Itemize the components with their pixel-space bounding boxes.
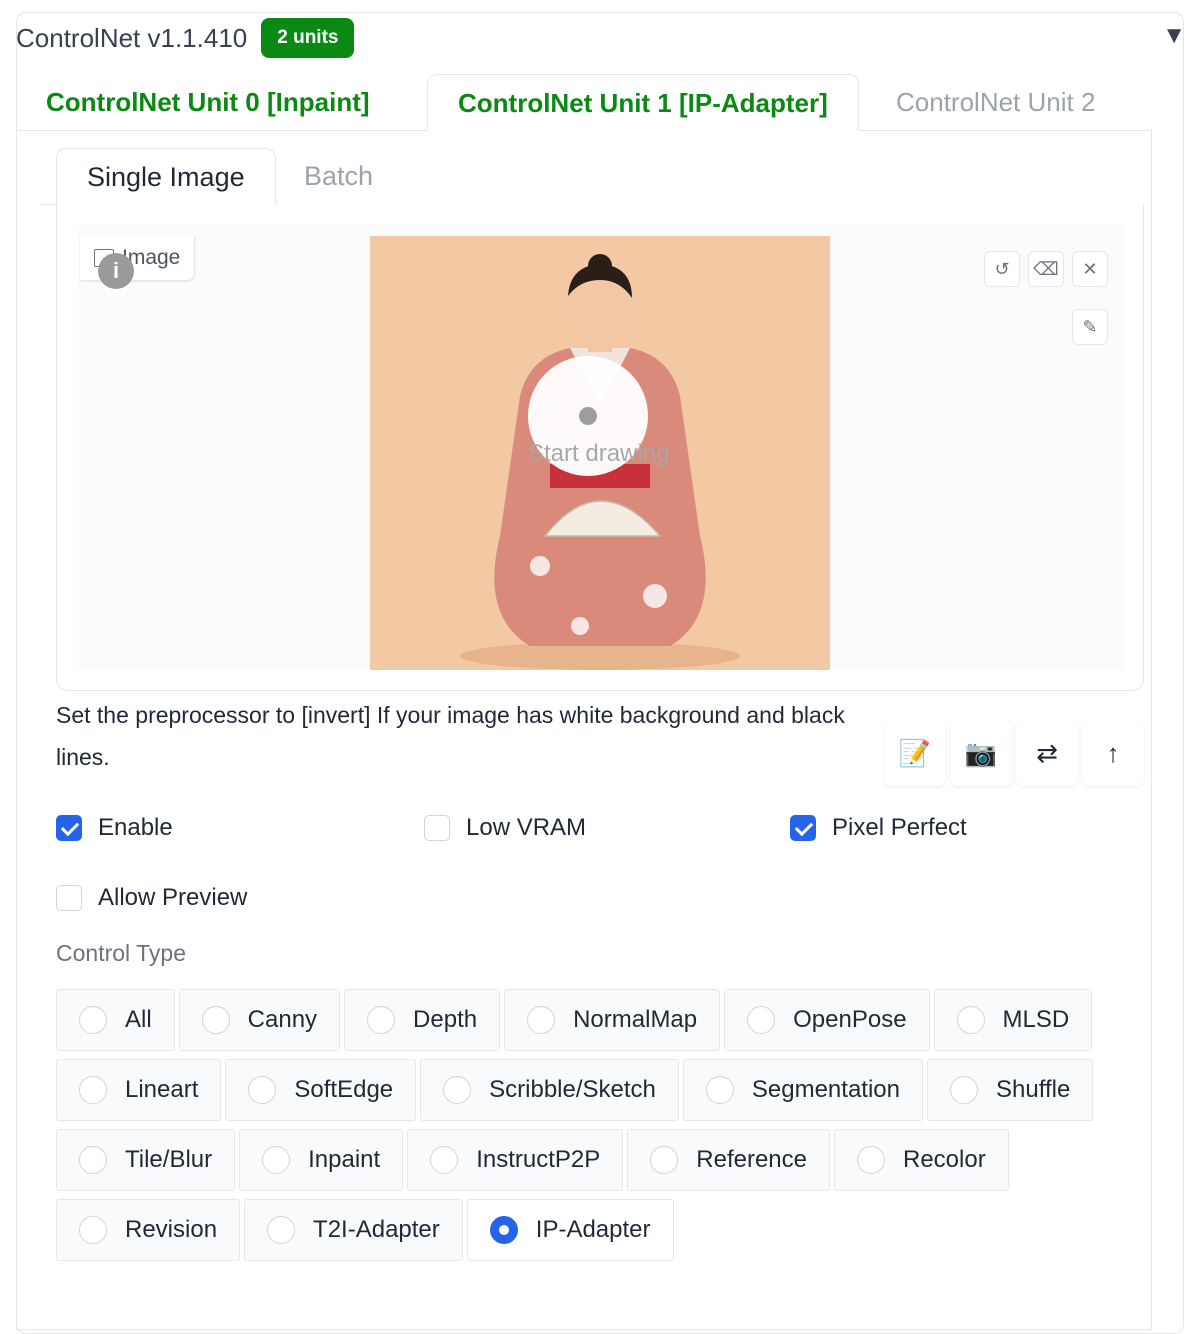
radio-label: Depth bbox=[413, 1006, 478, 1033]
low-vram-checkbox[interactable]: Low VRAM bbox=[424, 814, 586, 842]
allow-preview-checkbox[interactable]: Allow Preview bbox=[56, 884, 247, 912]
radio-openpose[interactable]: OpenPose bbox=[724, 989, 930, 1051]
control-type-row: Tile/Blur Inpaint InstructP2P Reference … bbox=[56, 1129, 1009, 1191]
radio-instructp2p[interactable]: InstructP2P bbox=[407, 1129, 624, 1191]
undo-icon[interactable]: ↺ bbox=[984, 251, 1020, 287]
radio-label: All bbox=[125, 1006, 152, 1033]
radio-t2i-adapter[interactable]: T2I-Adapter bbox=[244, 1199, 463, 1261]
radio-circle[interactable] bbox=[79, 1146, 107, 1174]
radio-label: InstructP2P bbox=[476, 1146, 601, 1173]
camera-icon[interactable]: 📷 bbox=[950, 720, 1012, 786]
radio-segmentation[interactable]: Segmentation bbox=[682, 1059, 923, 1121]
units-badge: 2 units bbox=[261, 18, 355, 58]
low-vram-checkbox-box[interactable] bbox=[424, 815, 450, 841]
radio-label: T2I-Adapter bbox=[313, 1216, 440, 1243]
radio-label: Inpaint bbox=[308, 1146, 381, 1173]
radio-ip-adapter[interactable]: IP-Adapter bbox=[466, 1199, 674, 1261]
preprocessor-hint: Set the preprocessor to [invert] If your… bbox=[56, 702, 845, 770]
radio-circle[interactable] bbox=[527, 1006, 556, 1034]
start-drawing-text: Start drawing bbox=[528, 440, 670, 467]
radio-circle[interactable] bbox=[367, 1006, 396, 1034]
radio-circle[interactable] bbox=[79, 1216, 107, 1244]
radio-canny[interactable]: Canny bbox=[178, 989, 341, 1051]
control-type-row: Lineart SoftEdge Scribble/Sketch Segment… bbox=[56, 1059, 1094, 1121]
radio-label: NormalMap bbox=[573, 1006, 698, 1033]
radio-label: Tile/Blur bbox=[125, 1146, 213, 1173]
radio-circle[interactable] bbox=[489, 1216, 518, 1244]
low-vram-label: Low VRAM bbox=[466, 814, 587, 841]
radio-mlsd[interactable]: MLSD bbox=[933, 989, 1093, 1051]
radio-inpaint[interactable]: Inpaint bbox=[239, 1129, 404, 1191]
radio-label: OpenPose bbox=[793, 1006, 907, 1033]
radio-label: IP-Adapter bbox=[535, 1216, 651, 1243]
radio-circle[interactable] bbox=[705, 1076, 734, 1104]
tab-single-image[interactable]: Single Image bbox=[56, 148, 276, 205]
edit-icon[interactable]: 📝 bbox=[884, 720, 946, 786]
radio-circle[interactable] bbox=[79, 1076, 107, 1104]
enable-checkbox[interactable]: Enable bbox=[56, 814, 173, 842]
allow-preview-checkbox-box[interactable] bbox=[56, 885, 82, 911]
radio-label: Reference bbox=[696, 1146, 807, 1173]
control-type-row: Revision T2I-Adapter IP-Adapter bbox=[56, 1199, 674, 1261]
radio-label: Canny bbox=[247, 1006, 318, 1033]
radio-circle[interactable] bbox=[956, 1006, 985, 1034]
radio-circle[interactable] bbox=[650, 1146, 679, 1174]
enable-label: Enable bbox=[98, 814, 173, 841]
allow-preview-label: Allow Preview bbox=[98, 884, 248, 911]
pixel-perfect-checkbox-box[interactable] bbox=[790, 815, 816, 841]
radio-shuffle[interactable]: Shuffle bbox=[927, 1059, 1094, 1121]
radio-label: Revision bbox=[125, 1216, 218, 1243]
brush-dot-icon bbox=[579, 407, 597, 425]
brush-icon[interactable]: ✎ bbox=[1072, 309, 1108, 345]
enable-checkbox-box[interactable] bbox=[56, 815, 82, 841]
radio-label: Lineart bbox=[125, 1076, 199, 1103]
radio-label: Recolor bbox=[903, 1146, 986, 1173]
radio-normalmap[interactable]: NormalMap bbox=[504, 989, 721, 1051]
radio-circle[interactable] bbox=[443, 1076, 472, 1104]
radio-circle[interactable] bbox=[430, 1146, 459, 1174]
radio-circle[interactable] bbox=[950, 1076, 978, 1104]
radio-tile-blur[interactable]: Tile/Blur bbox=[56, 1129, 236, 1191]
radio-lineart[interactable]: Lineart bbox=[56, 1059, 222, 1121]
radio-circle[interactable] bbox=[857, 1146, 885, 1174]
eraser-icon[interactable]: ⌫ bbox=[1028, 251, 1064, 287]
radio-circle[interactable] bbox=[79, 1006, 107, 1034]
control-type-label: Control Type bbox=[56, 940, 186, 966]
radio-label: Segmentation bbox=[751, 1076, 900, 1103]
unit-tabs: ControlNet Unit 0 [Inpaint] ControlNet U… bbox=[16, 74, 1150, 131]
tab-batch[interactable]: Batch bbox=[274, 148, 403, 204]
controlnet-header[interactable]: ControlNet v1.1.410 2 units bbox=[16, 18, 355, 58]
tab-unit-2[interactable]: ControlNet Unit 2 bbox=[866, 74, 1125, 130]
tab-unit-1[interactable]: ControlNet Unit 1 [IP-Adapter] bbox=[427, 74, 859, 131]
pixel-perfect-checkbox[interactable]: Pixel Perfect bbox=[790, 814, 967, 842]
radio-circle[interactable] bbox=[201, 1006, 230, 1034]
radio-label: Scribble/Sketch bbox=[489, 1076, 656, 1103]
close-icon[interactable]: ✕ bbox=[1072, 251, 1108, 287]
swap-icon[interactable]: ⇄ bbox=[1016, 720, 1078, 786]
tab-unit-0[interactable]: ControlNet Unit 0 [Inpaint] bbox=[16, 74, 400, 130]
radio-circle[interactable] bbox=[262, 1146, 291, 1174]
control-type-row: All Canny Depth NormalMap OpenPose MLSD bbox=[56, 989, 1093, 1051]
radio-circle[interactable] bbox=[248, 1076, 277, 1104]
radio-depth[interactable]: Depth bbox=[344, 989, 501, 1051]
radio-scribble-sketch[interactable]: Scribble/Sketch bbox=[420, 1059, 679, 1121]
radio-label: SoftEdge bbox=[294, 1076, 394, 1103]
pixel-perfect-label: Pixel Perfect bbox=[832, 814, 967, 841]
radio-label: Shuffle bbox=[996, 1076, 1071, 1103]
radio-revision[interactable]: Revision bbox=[56, 1199, 241, 1261]
info-icon[interactable]: i bbox=[98, 253, 134, 289]
radio-recolor[interactable]: Recolor bbox=[834, 1129, 1009, 1191]
radio-circle[interactable] bbox=[267, 1216, 296, 1244]
panel-title: ControlNet v1.1.410 bbox=[16, 22, 248, 53]
collapse-triangle-icon[interactable]: ▼ bbox=[1162, 22, 1186, 50]
image-mode-tabs: Single Image Batch bbox=[40, 148, 1128, 205]
radio-reference[interactable]: Reference bbox=[627, 1129, 830, 1191]
radio-label: MLSD bbox=[1002, 1006, 1070, 1033]
radio-circle[interactable] bbox=[747, 1006, 776, 1034]
radio-all[interactable]: All bbox=[56, 989, 175, 1051]
send-up-icon[interactable]: ↑ bbox=[1082, 720, 1144, 786]
radio-softedge[interactable]: SoftEdge bbox=[225, 1059, 417, 1121]
